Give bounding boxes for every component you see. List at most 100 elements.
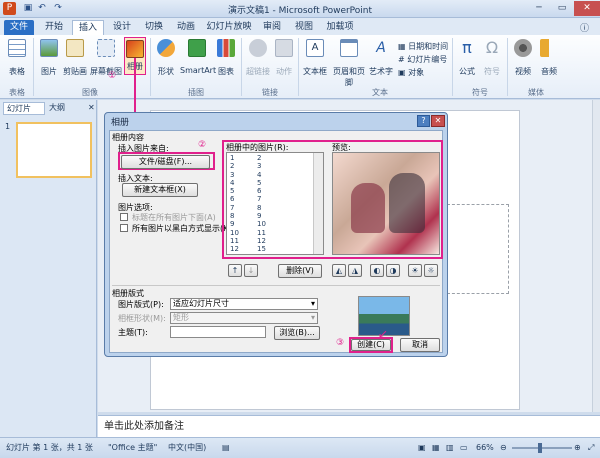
brightness-down-icon[interactable]: ☼	[424, 264, 438, 277]
slide-number-button[interactable]: # 幻灯片编号	[398, 54, 447, 65]
list-item[interactable]: 11	[257, 229, 283, 237]
placeholder-box[interactable]	[447, 204, 509, 294]
close-pane-icon[interactable]: ✕	[88, 103, 95, 112]
list-item[interactable]: 5	[257, 179, 283, 187]
tab-file[interactable]: 文件	[4, 20, 34, 35]
cancel-button[interactable]: 取消	[400, 338, 440, 352]
list-scrollbar[interactable]	[313, 153, 323, 254]
theme-input[interactable]	[170, 326, 266, 338]
list-item[interactable]: 4	[257, 171, 283, 179]
slide-thumbnail[interactable]	[16, 122, 92, 178]
reading-view-icon[interactable]: ▥	[446, 438, 454, 458]
dialog-close-button[interactable]: ✕	[431, 115, 445, 127]
action-button-label: 动作	[276, 67, 292, 76]
tab-view[interactable]: 视图	[290, 20, 318, 35]
proofing-icon[interactable]: ▤	[222, 438, 230, 458]
list-item[interactable]: 5	[230, 187, 256, 195]
tab-design[interactable]: 设计	[108, 20, 136, 35]
zoom-slider-thumb[interactable]	[538, 443, 542, 453]
picture-layout-select[interactable]: 适应幻灯片尺寸 ▾	[170, 298, 318, 310]
picture-button[interactable]: 图片	[37, 39, 61, 77]
action-button[interactable]: 动作	[273, 39, 295, 77]
shapes-button[interactable]: 形状	[154, 39, 178, 77]
list-item[interactable]: 2	[257, 154, 283, 162]
zoom-level[interactable]: 66%	[476, 438, 494, 458]
list-item[interactable]: 7	[230, 204, 256, 212]
rotate-left-icon[interactable]: ◭	[332, 264, 346, 277]
zoom-out-icon[interactable]: ⊖	[500, 438, 507, 458]
list-item[interactable]: 10	[230, 229, 256, 237]
video-button[interactable]: 视频	[511, 39, 535, 77]
fit-window-icon[interactable]: ⤢	[588, 438, 594, 458]
browse-button[interactable]: 浏览(B)...	[274, 326, 320, 340]
tab-transitions[interactable]: 切换	[140, 20, 168, 35]
smartart-button[interactable]: SmartArt	[180, 39, 216, 75]
list-item[interactable]: 7	[257, 195, 283, 203]
rotate-right-icon[interactable]: ◮	[348, 264, 362, 277]
caption-below-label: 标题在所有图片下面(A)	[132, 213, 216, 222]
help-icon[interactable]: ⓘ	[580, 21, 589, 34]
symbol-button[interactable]: Ω 符号	[481, 39, 503, 77]
list-item[interactable]: 9	[230, 220, 256, 228]
sorter-view-icon[interactable]: ▦	[432, 438, 440, 458]
slideshow-view-icon[interactable]: ▭	[460, 438, 468, 458]
dialog-help-button[interactable]: ?	[417, 115, 430, 127]
clipart-button[interactable]: 剪贴画	[62, 39, 88, 77]
wordart-button[interactable]: A 艺术字	[368, 39, 394, 77]
list-item[interactable]: 8	[230, 212, 256, 220]
tab-slides[interactable]: 幻灯片	[3, 102, 45, 115]
file-disk-button[interactable]: 文件/磁盘(F)...	[121, 155, 210, 169]
header-footer-button[interactable]: 页眉和页脚	[330, 39, 368, 88]
equation-button[interactable]: π 公式	[456, 39, 478, 77]
tab-home[interactable]: 开始	[40, 20, 68, 35]
list-item[interactable]: 15	[257, 245, 283, 253]
audio-button[interactable]: 音频	[537, 39, 561, 77]
hyperlink-button[interactable]: 超链接	[245, 39, 271, 77]
list-item[interactable]: 12	[230, 245, 256, 253]
move-down-button[interactable]: ↓	[244, 264, 258, 277]
tab-outline[interactable]: 大纲	[46, 102, 76, 115]
tab-slideshow[interactable]: 幻灯片放映	[204, 20, 254, 35]
list-item[interactable]: 10	[257, 220, 283, 228]
list-item[interactable]: 3	[230, 171, 256, 179]
list-item[interactable]: 1	[230, 154, 256, 162]
close-button[interactable]: ✕	[574, 1, 600, 16]
list-item[interactable]: 6	[230, 195, 256, 203]
vertical-scrollbar[interactable]	[592, 100, 600, 412]
minimize-button[interactable]: ─	[528, 1, 550, 16]
contrast-up-icon[interactable]: ◐	[370, 264, 384, 277]
tab-addins[interactable]: 加载项	[322, 20, 358, 35]
list-item[interactable]: 3	[257, 162, 283, 170]
new-textbox-button[interactable]: 新建文本框(X)	[122, 183, 198, 197]
object-button[interactable]: ▣ 对象	[398, 67, 424, 78]
list-item[interactable]: 4	[230, 179, 256, 187]
black-white-checkbox[interactable]	[120, 224, 128, 232]
notes-pane[interactable]: 单击此处添加备注	[98, 415, 600, 437]
pictures-listbox[interactable]: 1 2 3 4 5 6 7 8 9 10 11 12 2 3 4 5 6 7 8 9 10 11 12 15	[226, 152, 324, 255]
contrast-down-icon[interactable]: ◑	[386, 264, 400, 277]
tab-insert[interactable]: 插入	[72, 20, 104, 35]
frame-shape-select[interactable]: 矩形 ▾	[170, 312, 318, 324]
textbox-button[interactable]: A 文本框	[302, 39, 328, 77]
maximize-button[interactable]: ▭	[551, 1, 573, 16]
delete-button[interactable]: 删除(V)	[278, 264, 322, 278]
tab-review[interactable]: 审阅	[258, 20, 286, 35]
chevron-down-icon: ▾	[310, 299, 315, 308]
table-button[interactable]: 表格	[4, 39, 30, 77]
normal-view-icon[interactable]: ▣	[418, 438, 426, 458]
screenshot-button[interactable]: 屏幕截图	[88, 39, 124, 77]
list-item[interactable]: 11	[230, 237, 256, 245]
zoom-slider[interactable]	[512, 447, 572, 449]
tab-animations[interactable]: 动画	[172, 20, 200, 35]
list-item[interactable]: 12	[257, 237, 283, 245]
caption-below-checkbox[interactable]	[120, 213, 128, 221]
list-item[interactable]: 8	[257, 204, 283, 212]
chart-button[interactable]: 图表	[215, 39, 237, 77]
zoom-in-icon[interactable]: ⊕	[574, 438, 581, 458]
brightness-up-icon[interactable]: ☀	[408, 264, 422, 277]
list-item[interactable]: 6	[257, 187, 283, 195]
datetime-button[interactable]: ▦ 日期和时间	[398, 41, 448, 52]
move-up-button[interactable]: ↑	[228, 264, 242, 277]
list-item[interactable]: 9	[257, 212, 283, 220]
list-item[interactable]: 2	[230, 162, 256, 170]
